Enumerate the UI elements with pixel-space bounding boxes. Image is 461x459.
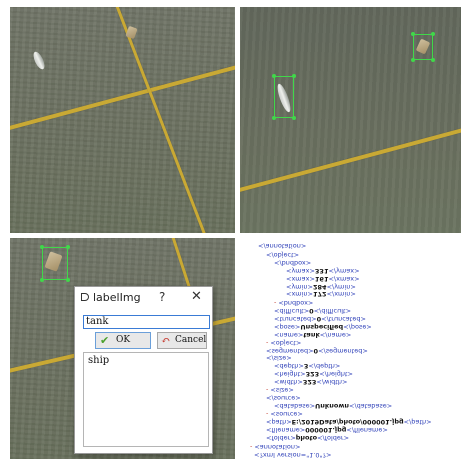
xml-line: - <object> <box>266 339 302 347</box>
dialog-titlebar: labelImg ? ✕ <box>75 287 212 309</box>
xml-line: <difficult>0</difficult> <box>274 307 352 315</box>
ship-bounding-box[interactable] <box>272 74 296 120</box>
label-list[interactable]: ship <box>83 352 209 447</box>
xml-line: <path>E:/2019Data/photo/000001.jpg</path… <box>266 418 432 426</box>
xml-line: <?xml version="1.0"?> <box>254 451 332 459</box>
xml-line: </size> <box>266 354 292 362</box>
close-button[interactable]: ✕ <box>191 289 202 304</box>
yellow-line <box>10 60 235 134</box>
xml-line: <database>Unknown</database> <box>274 402 393 410</box>
cancel-label: Cancel <box>175 335 207 345</box>
xml-annotation-panel: </annotation> </object> </bndbox> <ymax>331… <box>240 238 461 459</box>
xml-line: - <source> <box>266 410 303 418</box>
cancel-button[interactable]: ↶ Cancel <box>157 332 207 349</box>
xml-line: </source> <box>266 394 301 402</box>
xml-line: - <annotation> <box>250 443 301 451</box>
xml-line: <filename>000001.jpg</filename> <box>266 426 388 434</box>
yellow-line <box>240 122 461 196</box>
xml-line: <pose>Unspecified</pose> <box>274 323 372 331</box>
aerial-image-annotated <box>240 7 461 233</box>
tank-bounding-box[interactable] <box>40 245 70 282</box>
xml-line: - <bndbox> <box>274 299 314 307</box>
xml-line: <width>323</width> <box>274 378 348 386</box>
xml-line: <xmin>172</xmin> <box>286 290 356 298</box>
xml-line: <name>tank</name> <box>274 331 352 339</box>
xml-line: </annotation> <box>258 242 307 250</box>
xml-line: <height>323</height> <box>274 370 354 378</box>
dialog-title: labelImg <box>93 291 141 304</box>
label-dialog: labelImg ? ✕ tank ✔ OK ↶ Cancel ship <box>74 286 213 454</box>
xml-line: <truncated>0</truncated> <box>274 315 366 323</box>
xml-line: </bndbox> <box>274 259 312 267</box>
help-button[interactable]: ? <box>159 290 165 304</box>
app-icon <box>81 293 89 301</box>
yellow-line <box>115 7 208 233</box>
xml-line: - <size> <box>266 386 294 394</box>
ok-button[interactable]: ✔ OK <box>95 332 151 349</box>
xml-line: </object> <box>266 251 300 259</box>
xml-line: <folder>photo</folder> <box>266 434 350 442</box>
aerial-image-raw <box>10 7 235 233</box>
ok-label: OK <box>116 335 131 345</box>
tank-bounding-box[interactable] <box>411 32 435 62</box>
label-input[interactable]: tank <box>83 315 210 329</box>
xml-line: <depth>3</depth> <box>274 362 341 370</box>
undo-arrow-icon: ↶ <box>161 334 171 347</box>
ship-object <box>31 50 47 71</box>
checkmark-icon: ✔ <box>100 334 110 347</box>
xml-line: <ymax>331</ymax> <box>286 267 360 275</box>
label-list-item[interactable]: ship <box>88 355 109 366</box>
xml-line: <xmax>161</xmax> <box>286 275 360 283</box>
